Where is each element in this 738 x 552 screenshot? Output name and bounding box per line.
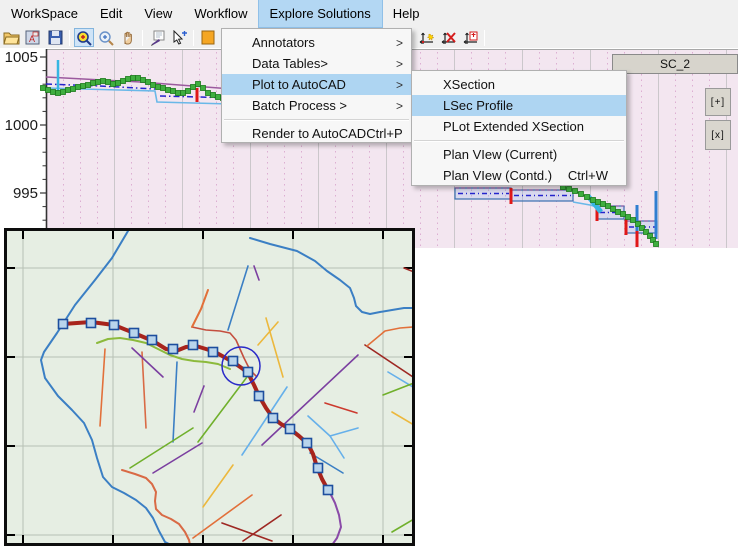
vertex-marker[interactable] — [108, 319, 120, 331]
vertex-marker[interactable] — [267, 412, 279, 424]
save-as-icon[interactable]: A — [23, 28, 43, 47]
menubar: WorkSpace Edit View Workflow Explore Solutio… — [0, 0, 738, 28]
map-feature-xsec — [227, 265, 249, 331]
menu-item-annotators[interactable]: Annotators > — [222, 32, 411, 53]
map-feature-xsec — [131, 347, 164, 378]
menu-item-label: LSec Profile — [443, 98, 514, 113]
menu-item-label: Plot to AutoCAD — [252, 77, 346, 92]
map-feature-xsec — [382, 382, 412, 396]
vertex-marker[interactable] — [128, 327, 140, 339]
menu-item-label: XSection — [443, 77, 496, 92]
menu-separator — [224, 119, 409, 120]
plan-view-map[interactable] — [4, 228, 415, 546]
toolbar-separator — [69, 29, 70, 46]
tab-sc2[interactable]: SC_2 — [612, 54, 738, 74]
menu-item-shortcut: Ctrl+P — [366, 126, 403, 141]
toolbar-separator — [142, 29, 143, 46]
submenu-arrow-icon: > — [395, 35, 403, 50]
menu-item-label: PLot Extended XSection — [443, 119, 584, 134]
vertex-marker[interactable] — [322, 484, 334, 496]
application-window: WorkSpace Edit View Workflow Explore Solutio… — [0, 0, 738, 552]
toolbar-separator — [484, 29, 485, 46]
vertex-marker[interactable] — [167, 343, 179, 355]
menu-item-batch-process-[interactable]: Batch Process > > — [222, 95, 411, 116]
menu-item-label: Data Tables> — [252, 56, 329, 71]
submenu-arrow-icon: > — [395, 77, 403, 92]
map-feature-xsec — [202, 464, 234, 508]
menu-item-plot-extended-xsection[interactable]: PLot Extended XSection — [412, 116, 626, 137]
map-feature-stream-northeast — [249, 237, 412, 315]
map-feature-xsec — [99, 348, 106, 427]
vertex-marker[interactable] — [242, 366, 254, 378]
save-icon[interactable] — [45, 28, 65, 47]
map-feature-xsec — [391, 519, 412, 533]
vertex-marker[interactable] — [57, 318, 69, 330]
map-feature-xsec — [307, 415, 359, 437]
axis-add-icon[interactable] — [416, 28, 436, 47]
menu-item-label: Batch Process > — [252, 98, 348, 113]
vertex-marker[interactable] — [207, 346, 219, 358]
vertex-marker[interactable] — [146, 334, 158, 346]
menu-item-plot-to-autocad[interactable]: Plot to AutoCAD > — [222, 74, 411, 95]
plot-to-autocad-submenu: XSection LSec Profile PLot Extended XSecti… — [411, 70, 627, 186]
doc-icon[interactable] — [198, 28, 218, 47]
menubar-item-workflow[interactable]: Workflow — [183, 0, 258, 27]
y-axis-label: 1005 — [5, 49, 38, 66]
axis-table-icon[interactable] — [460, 28, 480, 47]
vertex-marker[interactable] — [284, 423, 296, 435]
menu-item-plan-view-current-[interactable]: Plan VIew (Current) — [412, 144, 626, 165]
map-feature-xsec — [129, 427, 194, 469]
map-feature-xsec — [324, 402, 358, 414]
menubar-item-explore-solutions[interactable]: Explore Solutions — [257, 0, 383, 28]
menu-item-lsec-profile[interactable]: LSec Profile — [412, 95, 626, 116]
menu-item-render-to-autocad[interactable]: Render to AutoCAD Ctrl+P — [222, 123, 411, 144]
map-feature-river-west — [40, 231, 170, 543]
submenu-arrow-icon: > — [395, 98, 403, 113]
map-feature-xsec — [192, 494, 253, 539]
zoom-in-icon[interactable] — [96, 28, 116, 47]
open-folder-icon[interactable] — [1, 28, 21, 47]
menu-item-shortcut: Ctrl+W — [567, 168, 608, 183]
map-feature-xsec — [391, 411, 412, 425]
vertex-marker[interactable] — [227, 355, 239, 367]
map-feature-orange-curve-ne — [366, 326, 412, 347]
submenu-arrow-icon: > — [395, 56, 403, 71]
map-feature-red-contour-southwest — [121, 469, 191, 543]
vertex-marker[interactable] — [85, 317, 97, 329]
map-drawing — [7, 231, 412, 543]
menubar-item-edit[interactable]: Edit — [89, 0, 133, 27]
explore-solutions-menu: Annotators > Data Tables> > Plot to AutoCAD >… — [221, 28, 412, 143]
annotate-icon[interactable] — [147, 28, 167, 47]
toolbar-separator — [193, 29, 194, 46]
map-feature-xsec — [172, 361, 178, 443]
menu-item-label: Plan VIew (Current) — [443, 147, 558, 162]
pan-icon[interactable] — [118, 28, 138, 47]
menu-item-plan-view-contd-[interactable]: Plan VIew (Contd.) Ctrl+W — [412, 165, 626, 186]
menu-item-label: Plan VIew (Contd.) — [443, 168, 553, 183]
axis-delete-icon[interactable] — [438, 28, 458, 47]
menu-item-xsection[interactable]: XSection — [412, 74, 626, 95]
menu-item-data-tables-[interactable]: Data Tables> > — [222, 53, 411, 74]
menu-separator — [414, 140, 624, 141]
vertex-marker[interactable] — [312, 462, 324, 474]
vertex-marker[interactable] — [253, 390, 265, 402]
map-feature-xsec — [152, 442, 203, 474]
menu-item-label: Annotators — [252, 35, 315, 50]
menubar-item-help[interactable]: Help — [382, 0, 431, 27]
menubar-item-view[interactable]: View — [133, 0, 183, 27]
map-feature-xsec — [197, 376, 248, 443]
vertex-marker[interactable] — [187, 339, 199, 351]
select-plus-icon[interactable] — [169, 28, 189, 47]
map-feature-xsec — [329, 435, 345, 459]
close-button[interactable]: [x] — [705, 120, 731, 150]
vertex-marker[interactable] — [301, 437, 313, 449]
menubar-item-workspace[interactable]: WorkSpace — [0, 0, 89, 27]
map-feature-xsec — [141, 351, 147, 429]
map-feature-orange-elbow — [191, 289, 209, 328]
expand-button[interactable]: [+] — [705, 88, 731, 116]
y-axis-label: 995 — [13, 185, 38, 202]
y-axis-label: 1000 — [5, 117, 38, 134]
menu-item-label: Render to AutoCAD — [252, 126, 367, 141]
zoom-window-icon[interactable] — [74, 28, 94, 47]
